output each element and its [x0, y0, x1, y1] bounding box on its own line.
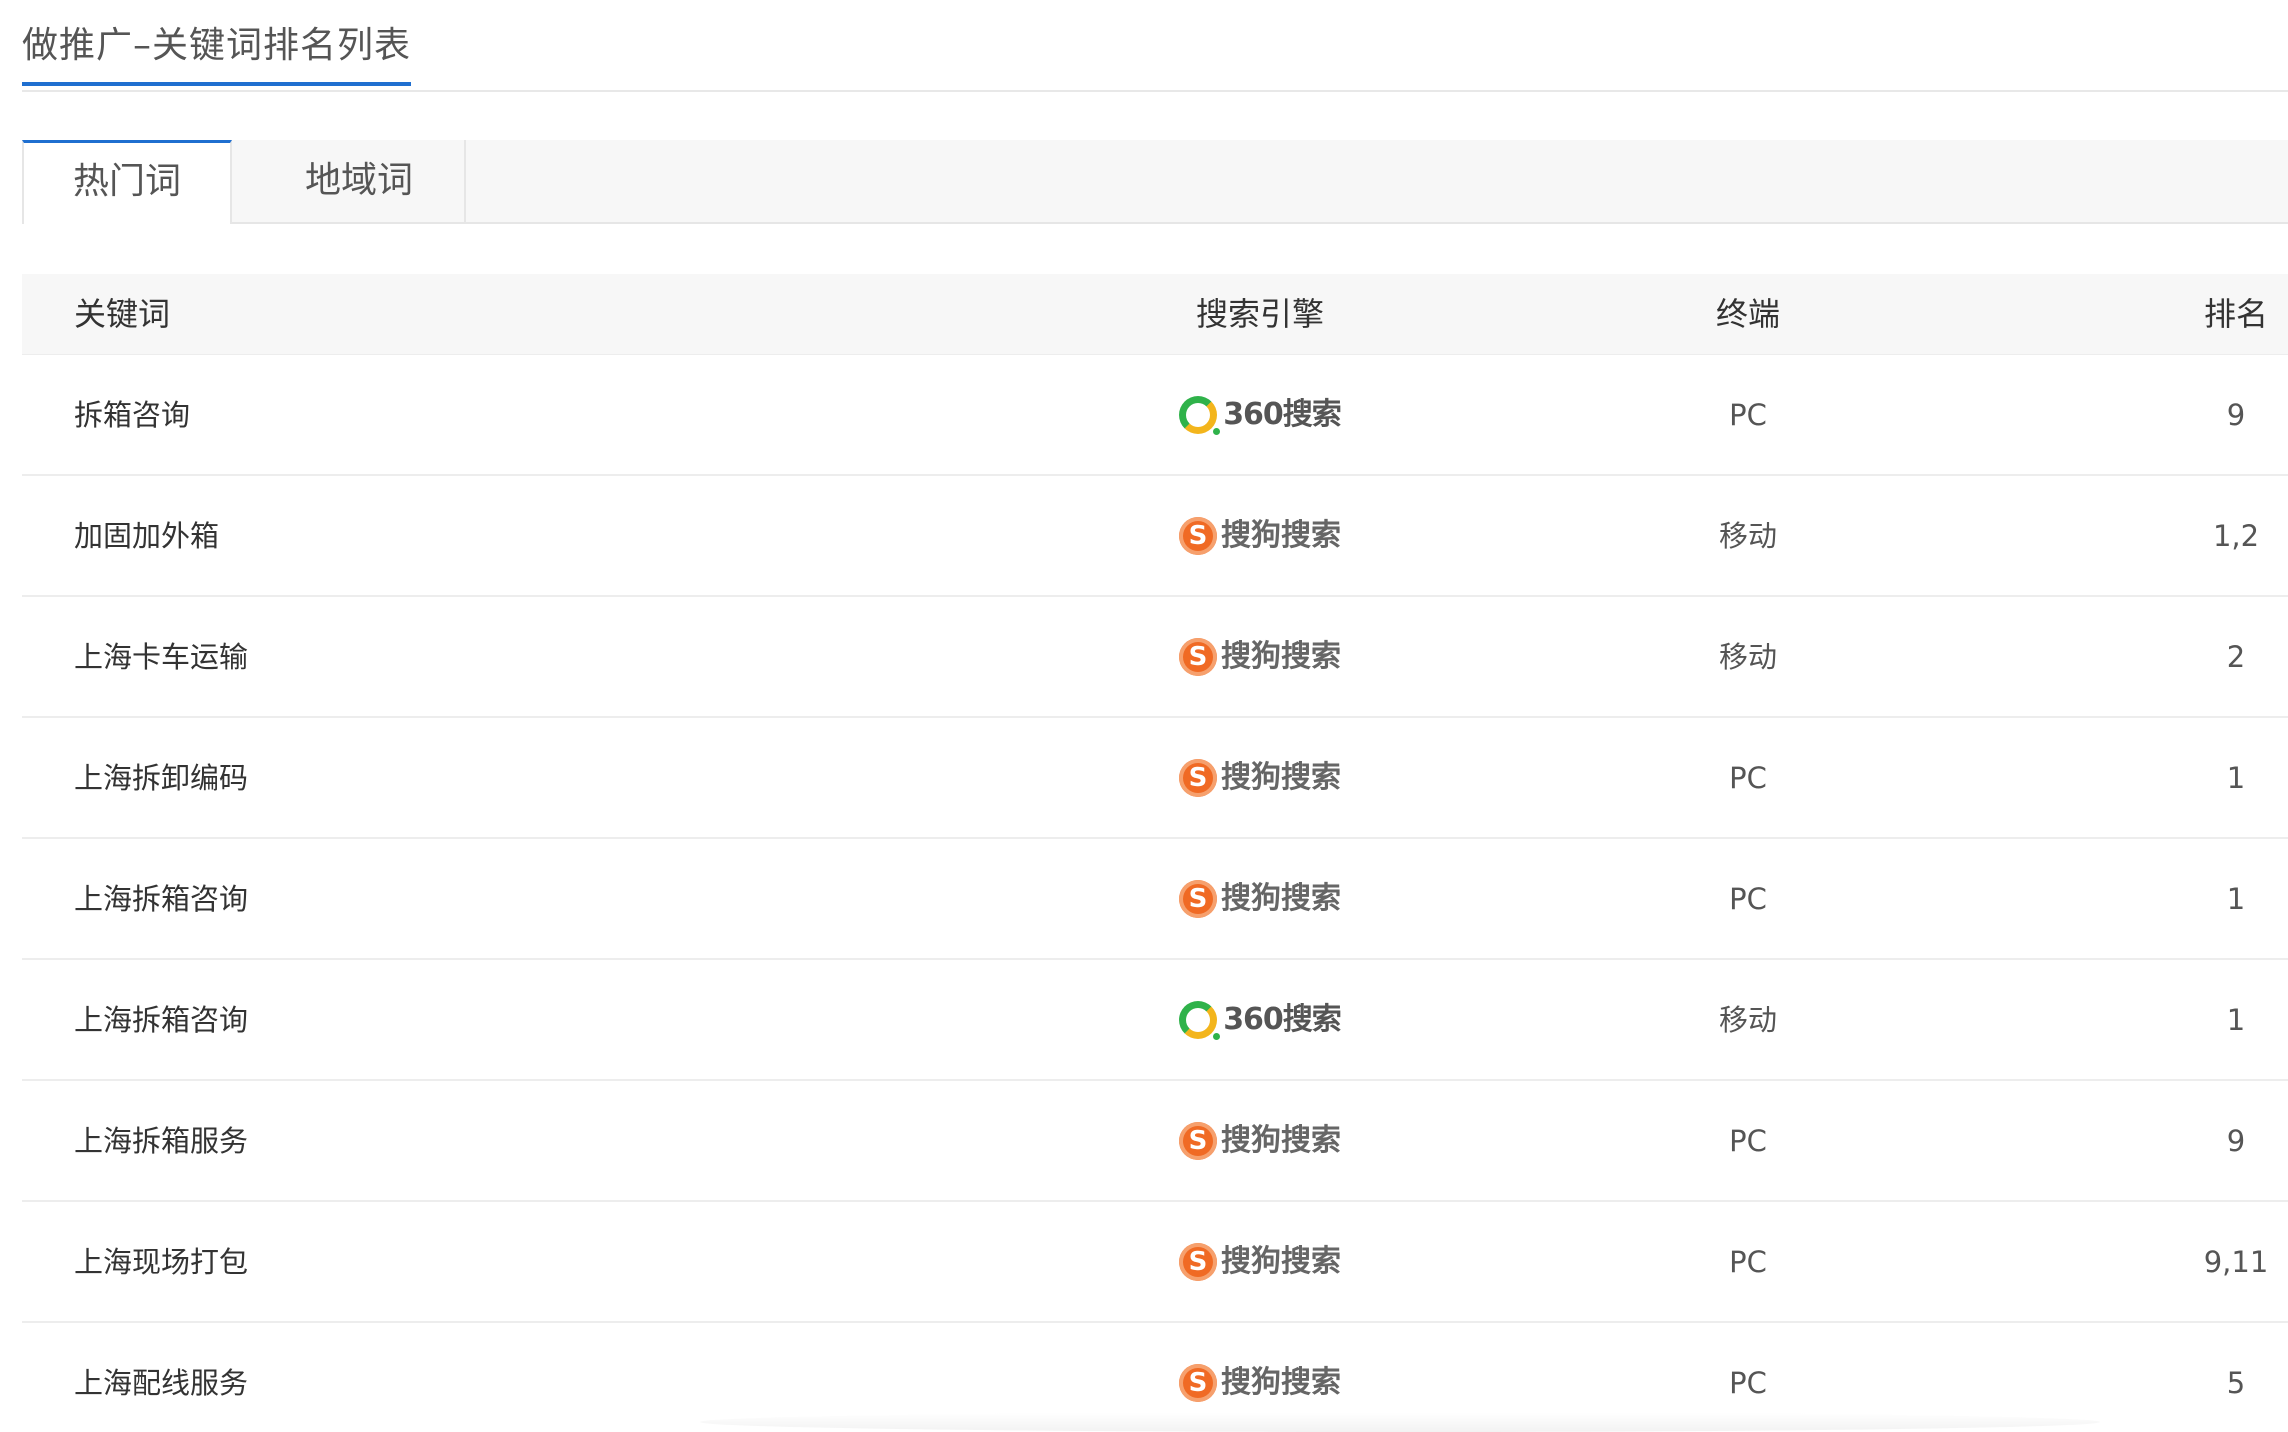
terminal-cell: 移动 — [1718, 640, 1777, 674]
terminal-cell: PC — [1729, 398, 1767, 432]
engine-cell: S 搜狗搜索 — [1120, 597, 1400, 717]
tab-bar: 热门词 地域词 — [22, 140, 2288, 224]
rank-cell: 9 — [2226, 398, 2246, 432]
table-row: 上海现场打包 S 搜狗搜索 PC 9,11 — [22, 1202, 2288, 1323]
rank-cell: 1 — [2226, 1003, 2246, 1037]
engine-cell: S 搜狗搜索 — [1120, 718, 1400, 838]
tab-hot-words[interactable]: 热门词 — [22, 140, 232, 224]
sogou-search-logo-icon: S 搜狗搜索 — [1179, 839, 1341, 959]
terminal-cell: PC — [1729, 1245, 1767, 1279]
rank-cell: 9 — [2226, 1124, 2246, 1158]
terminal-cell: PC — [1729, 761, 1767, 795]
rank-cell: 1 — [2226, 882, 2246, 916]
keyword-cell: 上海现场打包 — [74, 1245, 249, 1279]
sogou-s-icon: S — [1179, 1364, 1217, 1402]
page: 做推广–关键词排名列表 热门词 地域词 关键词 搜索引擎 终端 排名 拆箱咨询 3… — [0, 0, 2288, 1432]
sogou-s-icon: S — [1179, 1243, 1217, 1281]
360-search-logo-icon: 360搜索 — [1179, 960, 1342, 1080]
engine-cell: 360搜索 — [1120, 355, 1400, 475]
terminal-cell: 移动 — [1718, 1003, 1777, 1037]
engine-cell: S 搜狗搜索 — [1120, 839, 1400, 959]
table-row: 上海拆卸编码 S 搜狗搜索 PC 1 — [22, 718, 2288, 839]
engine-name: 360搜索 — [1223, 397, 1342, 432]
terminal-cell: 移动 — [1718, 519, 1777, 553]
sogou-s-icon: S — [1179, 759, 1217, 797]
column-header-engine: 搜索引擎 — [1195, 295, 1324, 333]
column-header-terminal: 终端 — [1715, 295, 1780, 333]
sogou-search-logo-icon: S 搜狗搜索 — [1179, 1202, 1341, 1322]
table-row: 上海拆箱咨询 360搜索 移动 1 — [22, 960, 2288, 1081]
engine-cell: S 搜狗搜索 — [1120, 1202, 1400, 1322]
keyword-cell: 上海卡车运输 — [74, 640, 249, 674]
column-header-keyword: 关键词 — [74, 295, 171, 333]
terminal-cell: PC — [1729, 1124, 1767, 1158]
engine-cell: S 搜狗搜索 — [1120, 1081, 1400, 1201]
keyword-cell: 上海拆卸编码 — [74, 761, 249, 795]
rank-cell: 9,11 — [2203, 1245, 2269, 1279]
engine-cell: S 搜狗搜索 — [1120, 476, 1400, 596]
rank-cell: 1 — [2226, 761, 2246, 795]
engine-name: 360搜索 — [1223, 1002, 1342, 1037]
bottom-shadow — [700, 1412, 2100, 1432]
rank-cell: 5 — [2226, 1366, 2246, 1400]
rank-cell: 1,2 — [2212, 519, 2260, 553]
column-header-rank: 排名 — [2203, 295, 2268, 333]
engine-name: 搜狗搜索 — [1221, 1244, 1341, 1279]
table-row: 上海拆箱咨询 S 搜狗搜索 PC 1 — [22, 839, 2288, 960]
sogou-s-icon: S — [1179, 638, 1217, 676]
table-row: 加固加外箱 S 搜狗搜索 移动 1,2 — [22, 476, 2288, 597]
table-body: 拆箱咨询 360搜索 PC 9 加固加外箱 S 搜狗搜索 移动 1,2 上海卡车运输 S 搜狗搜索 移动… — [22, 355, 2288, 1432]
keyword-cell: 上海拆箱咨询 — [74, 1003, 249, 1037]
tab-region-words[interactable]: 地域词 — [254, 140, 466, 222]
ranking-table: 关键词 搜索引擎 终端 排名 拆箱咨询 360搜索 PC 9 加固加外箱 S 搜狗搜索 移动 1… — [22, 274, 2288, 1432]
sogou-search-logo-icon: S 搜狗搜索 — [1179, 597, 1341, 717]
sogou-s-icon: S — [1179, 880, 1217, 918]
360-ring-icon — [1179, 396, 1221, 435]
360-search-logo-icon: 360搜索 — [1179, 355, 1342, 475]
sogou-s-icon: S — [1179, 517, 1217, 555]
engine-name: 搜狗搜索 — [1221, 760, 1341, 795]
360-ring-icon — [1179, 1001, 1221, 1040]
keyword-cell: 上海拆箱服务 — [74, 1124, 249, 1158]
engine-name: 搜狗搜索 — [1221, 881, 1341, 916]
sogou-s-icon: S — [1179, 1122, 1217, 1160]
engine-name: 搜狗搜索 — [1221, 1123, 1341, 1158]
engine-cell: 360搜索 — [1120, 960, 1400, 1080]
table-row: 上海卡车运输 S 搜狗搜索 移动 2 — [22, 597, 2288, 718]
header: 做推广–关键词排名列表 — [22, 0, 2288, 92]
table-row: 上海拆箱服务 S 搜狗搜索 PC 9 — [22, 1081, 2288, 1202]
engine-name: 搜狗搜索 — [1221, 518, 1341, 553]
keyword-cell: 加固加外箱 — [74, 519, 220, 553]
sogou-search-logo-icon: S 搜狗搜索 — [1179, 476, 1341, 596]
engine-name: 搜狗搜索 — [1221, 639, 1341, 674]
sogou-search-logo-icon: S 搜狗搜索 — [1179, 1081, 1341, 1201]
sogou-search-logo-icon: S 搜狗搜索 — [1179, 718, 1341, 838]
keyword-cell: 拆箱咨询 — [74, 398, 191, 432]
keyword-cell: 上海配线服务 — [74, 1366, 249, 1400]
keyword-cell: 上海拆箱咨询 — [74, 882, 249, 916]
rank-cell: 2 — [2226, 640, 2246, 674]
page-title: 做推广–关键词排名列表 — [22, 24, 412, 86]
table-row: 拆箱咨询 360搜索 PC 9 — [22, 355, 2288, 476]
terminal-cell: PC — [1729, 882, 1767, 916]
table-header: 关键词 搜索引擎 终端 排名 — [22, 274, 2288, 355]
